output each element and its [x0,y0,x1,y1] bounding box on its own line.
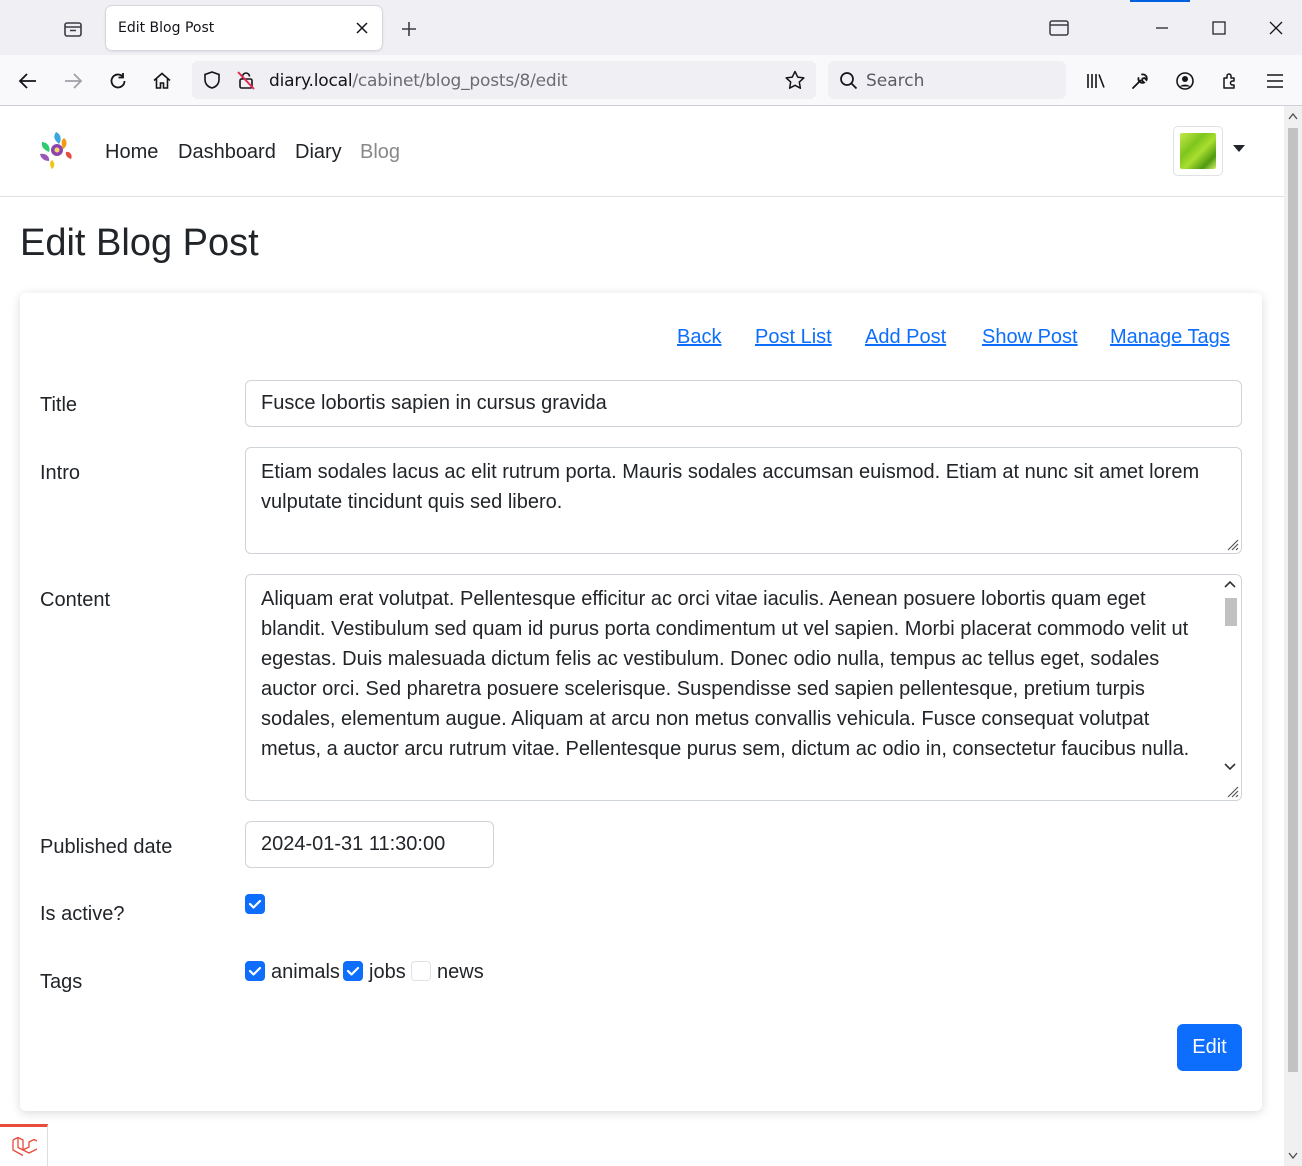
nav-link-home[interactable]: Home [105,141,158,164]
page-title: Edit Blog Post [20,222,259,264]
maximize-icon[interactable] [1204,14,1234,42]
tag-checkbox-animals[interactable] [245,961,265,981]
link-manage-tags[interactable]: Manage Tags [1110,326,1230,349]
search-bar[interactable]: Search [828,61,1066,99]
tags-label: Tags [40,971,83,993]
new-tab-plus-icon[interactable] [396,16,422,42]
home-icon[interactable] [146,65,178,97]
bookmark-star-icon[interactable] [784,70,806,95]
shield-icon[interactable] [202,70,222,95]
close-icon[interactable] [352,18,372,38]
tab-title: Edit Blog Post [118,20,215,36]
search-placeholder: Search [866,71,925,91]
dropdown-caret-icon[interactable] [1233,145,1245,152]
link-add-post[interactable]: Add Post [865,326,946,349]
edit-submit-button[interactable]: Edit [1177,1024,1242,1071]
content-label: Content [40,589,111,611]
scroll-up-icon[interactable] [1224,579,1236,589]
site-logo[interactable] [34,128,78,172]
resize-handle-icon[interactable] [1225,784,1239,798]
menu-hamburger-icon[interactable] [1259,65,1291,97]
page-scroll-up-icon[interactable] [1288,112,1298,120]
avatar-image [1180,133,1216,169]
minimize-icon[interactable] [1147,14,1177,42]
is-active-checkbox[interactable] [245,894,265,914]
page-viewport: Home Dashboard Diary Blog Edit Blog Post… [0,106,1284,1166]
url-text[interactable]: diary.local/cabinet/blog_posts/8/edit [269,71,568,91]
published-date-label: Published date [40,836,173,858]
tag-label-news[interactable]: news [437,961,484,984]
nav-link-diary[interactable]: Diary [295,141,342,164]
checkmark-icon [248,966,262,976]
nav-link-blog[interactable]: Blog [360,141,400,164]
textarea-scroll-thumb[interactable] [1225,598,1237,626]
search-icon [839,71,858,95]
window-tabs-icon[interactable] [1044,14,1074,42]
intro-text: Etiam sodales lacus ac elit rutrum porta… [261,461,1200,513]
page-scroll-thumb[interactable] [1288,128,1298,1072]
extensions-icon[interactable] [1214,65,1246,97]
nav-link-dashboard[interactable]: Dashboard [178,141,276,164]
is-active-label: Is active? [40,903,125,925]
textarea-scrollbar[interactable] [1220,576,1240,800]
tag-label-jobs[interactable]: jobs [369,961,406,984]
url-bar[interactable]: diary.local/cabinet/blog_posts/8/edit [192,61,816,99]
intro-label: Intro [40,462,81,484]
tag-label-animals[interactable]: animals [271,961,340,984]
browser-tab-bar: Edit Blog Post [0,0,1302,55]
tag-checkbox-news[interactable] [411,961,431,981]
accent-line [1130,0,1190,2]
site-navbar: Home Dashboard Diary Blog [0,106,1284,197]
page-scrollbar[interactable] [1284,106,1302,1166]
resize-handle-icon[interactable] [1225,537,1239,551]
title-label: Title [40,394,78,416]
scroll-down-icon[interactable] [1224,762,1236,772]
checkmark-icon [346,966,360,976]
title-input[interactable]: Fusce lobortis sapien in cursus gravida [245,380,1242,427]
browser-toolbar: diary.local/cabinet/blog_posts/8/edit Se… [0,55,1302,106]
reload-icon[interactable] [102,65,134,97]
window-close-icon[interactable] [1261,14,1291,42]
user-avatar[interactable] [1173,126,1223,176]
back-arrow-icon[interactable] [12,65,44,97]
url-path: /cabinet/blog_posts/8/edit [352,71,568,91]
checkmark-icon [248,899,262,909]
link-show-post[interactable]: Show Post [982,326,1078,349]
edit-post-card: Back Post List Add Post Show Post Manage… [20,293,1262,1111]
page-scroll-down-icon[interactable] [1288,1152,1298,1160]
forward-arrow-icon[interactable] [57,65,89,97]
wrench-icon[interactable] [1124,65,1156,97]
tag-checkbox-jobs[interactable] [343,961,363,981]
link-post-list[interactable]: Post List [755,326,832,349]
library-icon[interactable] [1080,65,1112,97]
browser-tab-active[interactable]: Edit Blog Post [106,6,382,50]
account-icon[interactable] [1169,65,1201,97]
url-host: diary.local [269,71,353,91]
laravel-debugbar-icon[interactable] [0,1124,48,1166]
tab-overview-icon[interactable] [56,14,90,44]
published-date-input[interactable]: 2024-01-31 11:30:00 [245,821,494,868]
link-back[interactable]: Back [677,326,721,349]
content-text: Aliquam erat volutpat. Pellentesque effi… [261,588,1190,760]
content-textarea[interactable]: Aliquam erat volutpat. Pellentesque effi… [245,574,1242,801]
intro-textarea[interactable]: Etiam sodales lacus ac elit rutrum porta… [245,447,1242,554]
insecure-lock-icon[interactable] [236,70,256,95]
